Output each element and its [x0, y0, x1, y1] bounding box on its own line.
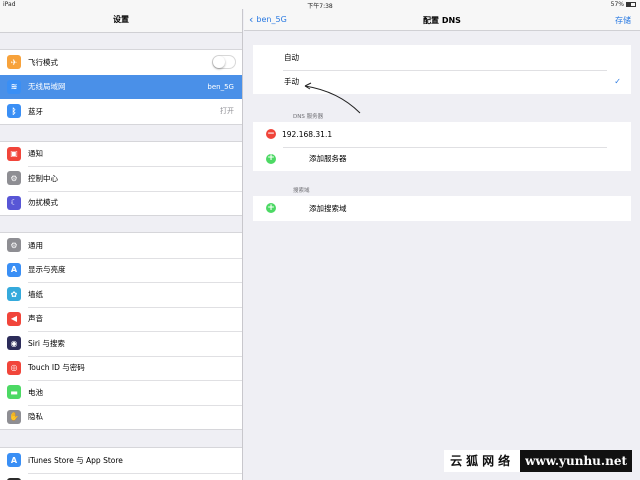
battery-percent: 57%	[610, 1, 624, 8]
sidebar-item-label: 通知	[28, 149, 43, 159]
add-search-domain-icon[interactable]: +	[266, 203, 276, 214]
sidebar-item-control-center[interactable]: ⚙ 控制中心	[0, 166, 242, 191]
sidebar-item-label: 飞行模式	[28, 57, 58, 67]
sidebar-item-app-store[interactable]: AiTunes Store 与 App Store	[0, 448, 242, 473]
sidebar-item-battery[interactable]: ▬ 电池	[0, 380, 242, 405]
fingerprint-icon: ◎	[7, 360, 21, 375]
battery-indicator-icon	[626, 2, 636, 7]
sidebar-item-siri[interactable]: ◉ Siri 与搜索	[0, 331, 242, 356]
settings-sidebar: 设置 ✈ 飞行模式 ≋ 无线局域网 ben_5G ᛒ 蓝牙 打开 ▣ 通知 ⚙ 控制中心 ☾ 勿扰模式 …	[0, 9, 243, 480]
add-server-row[interactable]: + 添加服务器	[253, 146, 631, 172]
airplane-mode-toggle[interactable]	[212, 55, 236, 70]
search-domain-group: + 添加搜索域	[253, 196, 631, 221]
sidebar-item-label: 通用	[28, 240, 43, 250]
sidebar-item-general-gear[interactable]: ⚙ 通用	[0, 233, 242, 258]
dns-server-group: − 192.168.31.1 + 添加服务器	[253, 122, 631, 171]
sound-icon: ◀	[7, 311, 21, 326]
airplane-icon: ✈	[7, 55, 21, 70]
mode-auto-label: 自动	[284, 52, 299, 62]
moon-icon: ☾	[7, 195, 21, 210]
status-battery: 57%	[611, 1, 636, 8]
sidebar-item-label: Touch ID 与密码	[28, 363, 85, 373]
dns-mode-group: 自动 手动 ✓	[253, 45, 631, 94]
sidebar-item-label: Siri 与搜索	[28, 338, 65, 348]
sidebar-item-label: iTunes Store 与 App Store	[28, 455, 123, 465]
sidebar-item-value: ben_5G	[207, 82, 234, 91]
settings-group-general: ⚙ 通用 A 显示与亮度 ✿ 墙纸 ◀ 声音 ◉ Siri 与搜索 ◎ Touch ID 与密码 ▬ 电池…	[0, 232, 242, 430]
sidebar-item-label: 隐私	[28, 412, 43, 422]
sidebar-item-label: 显示与亮度	[28, 265, 66, 275]
checkmark-icon: ✓	[614, 77, 621, 87]
watermark-url: www.yunhu.net	[520, 450, 632, 472]
remove-server-icon[interactable]: −	[266, 129, 276, 140]
sidebar-item-display-brightness[interactable]: A 显示与亮度	[0, 257, 242, 283]
sidebar-item-label: 控制中心	[28, 173, 58, 183]
mode-manual-label: 手动	[284, 77, 299, 87]
general-gear-icon: ⚙	[7, 238, 21, 253]
display-brightness-icon: A	[7, 262, 21, 277]
sidebar-item-privacy-hand[interactable]: ✋ 隐私	[0, 404, 242, 430]
nav-bar: ‹ ben_5G 配置 DNS 存储	[244, 9, 640, 31]
sidebar-item-label: 无线局域网	[28, 82, 66, 92]
sidebar-item-wallpaper[interactable]: ✿ 墙纸	[0, 282, 242, 307]
app-store-icon: A	[7, 453, 21, 468]
settings-group-notifications: ▣ 通知 ⚙ 控制中心 ☾ 勿扰模式	[0, 140, 242, 216]
watermark: 云狐网络 www.yunhu.net	[444, 450, 632, 472]
notifications-icon: ▣	[7, 146, 21, 161]
save-button[interactable]: 存储	[615, 15, 631, 26]
sidebar-item-value: 打开	[220, 107, 234, 116]
dns-config-pane: ‹ ben_5G 配置 DNS 存储 自动 手动 ✓ DNS 服务器 − 192…	[244, 9, 640, 480]
sidebar-item-label: 声音	[28, 314, 43, 324]
settings-group-connectivity: ✈ 飞行模式 ≋ 无线局域网 ben_5G ᛒ 蓝牙 打开	[0, 49, 242, 125]
sidebar-item-wifi[interactable]: ≋ 无线局域网 ben_5G	[0, 74, 242, 99]
watermark-text: 云狐网络	[444, 450, 521, 472]
sidebar-item-label: 蓝牙	[28, 106, 43, 116]
siri-icon: ◉	[7, 336, 21, 351]
control-center-icon: ⚙	[7, 171, 21, 186]
mode-option-manual[interactable]: 手动 ✓	[253, 69, 631, 95]
sidebar-item-label: 墙纸	[28, 289, 43, 299]
dns-server-row[interactable]: − 192.168.31.1	[253, 122, 631, 147]
sidebar-item-fingerprint[interactable]: ◎ Touch ID 与密码	[0, 355, 242, 381]
dns-server-value[interactable]: 192.168.31.1	[282, 130, 332, 139]
dns-section-header: DNS 服务器	[293, 114, 324, 120]
add-server-icon[interactable]: +	[266, 153, 276, 164]
page-title: 配置 DNS	[423, 16, 461, 25]
mode-option-auto[interactable]: 自动	[253, 45, 631, 70]
search-domain-section-header: 搜索域	[293, 188, 310, 194]
status-bar: iPad 下午7:38 57%	[0, 0, 640, 10]
privacy-hand-icon: ✋	[7, 409, 21, 424]
wallpaper-icon: ✿	[7, 287, 21, 302]
add-search-domain-row[interactable]: + 添加搜索域	[253, 196, 631, 221]
sidebar-item-label: 电池	[28, 387, 43, 397]
battery-icon: ▬	[7, 385, 21, 400]
sidebar-item-wallet[interactable]: ▤Wallet 与 Apple Pay	[0, 472, 242, 480]
sidebar-item-notifications[interactable]: ▣ 通知	[0, 142, 242, 167]
settings-group-stores: AiTunes Store 与 App Store▤Wallet 与 Apple…	[0, 447, 242, 480]
add-server-label: 添加服务器	[309, 154, 347, 164]
wifi-icon: ≋	[7, 79, 21, 94]
sidebar-title: 设置	[0, 9, 242, 33]
sidebar-item-bluetooth[interactable]: ᛒ 蓝牙 打开	[0, 99, 242, 124]
bluetooth-icon: ᛒ	[7, 104, 21, 119]
sidebar-item-airplane[interactable]: ✈ 飞行模式	[0, 50, 242, 75]
sidebar-item-sound[interactable]: ◀ 声音	[0, 306, 242, 332]
sidebar-item-moon[interactable]: ☾ 勿扰模式	[0, 190, 242, 216]
add-search-domain-label: 添加搜索域	[309, 203, 347, 213]
sidebar-item-label: 勿扰模式	[28, 198, 58, 208]
